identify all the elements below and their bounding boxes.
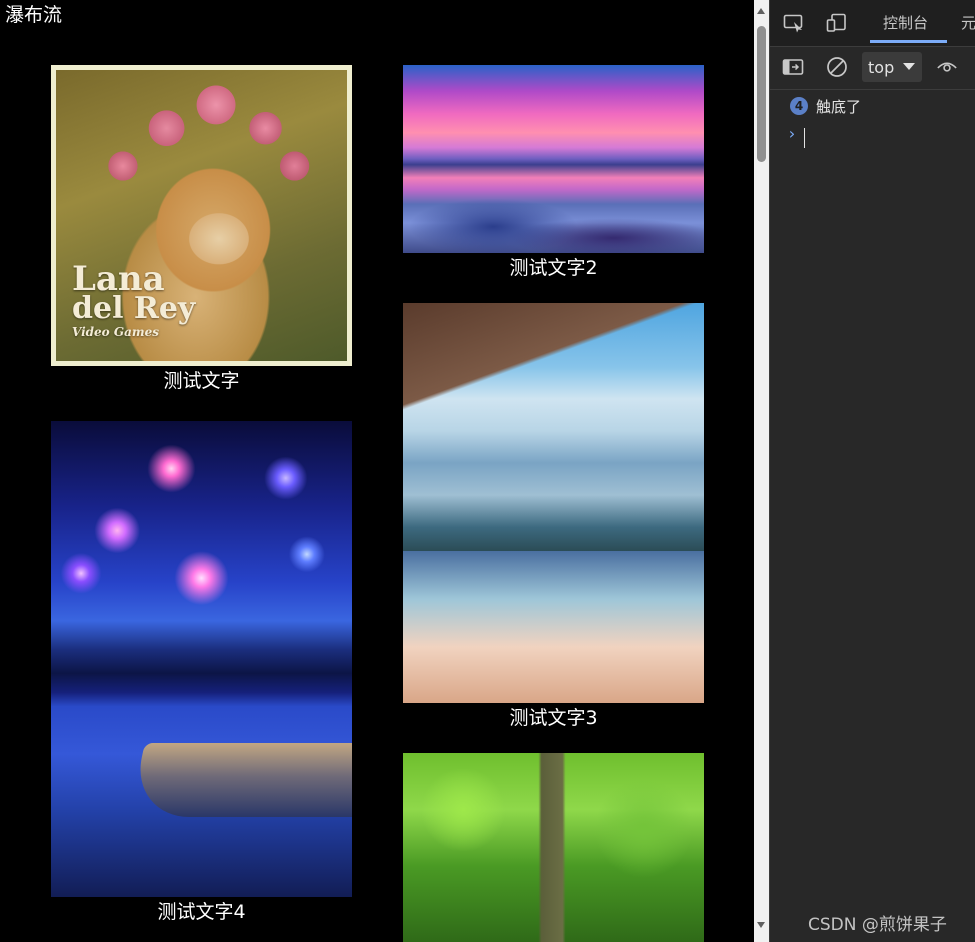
clear-console-icon[interactable] bbox=[826, 56, 848, 78]
waterfall-card[interactable]: 测试文字3 bbox=[403, 303, 704, 733]
active-tab-indicator bbox=[870, 40, 947, 43]
page-scrollbar[interactable] bbox=[754, 0, 769, 942]
context-select[interactable]: top bbox=[862, 52, 922, 82]
scroll-up-arrow-icon[interactable] bbox=[757, 8, 765, 14]
waterfall-card[interactable]: 测试文字4 bbox=[51, 421, 352, 926]
mountain-lake-image bbox=[403, 303, 704, 703]
card-caption: 测试文字3 bbox=[509, 707, 598, 729]
card-caption: 测试文字 bbox=[163, 370, 240, 392]
tab-console[interactable]: 控制台 bbox=[883, 13, 928, 33]
card-caption: 测试文字2 bbox=[509, 257, 598, 279]
inspect-element-icon[interactable] bbox=[783, 12, 805, 34]
console-toolbar: top bbox=[770, 47, 975, 90]
card-caption: 测试文字4 bbox=[157, 901, 246, 923]
live-expression-eye-icon[interactable] bbox=[936, 56, 958, 78]
devtools-tab-bar: 控制台 元 bbox=[770, 0, 975, 47]
album-cover-text: Lana del Rey Video Games bbox=[72, 259, 196, 339]
scroll-down-arrow-icon[interactable] bbox=[757, 922, 765, 928]
console-input-cursor[interactable] bbox=[804, 128, 805, 148]
sunset-lake-image bbox=[403, 65, 704, 253]
waterfall-card[interactable]: 测试文字2 bbox=[403, 65, 704, 285]
message-count-badge: 4 bbox=[790, 97, 808, 115]
console-prompt-chevron-icon: › bbox=[787, 124, 797, 143]
waterfall-card[interactable]: Lana del Rey Video Games 测试文字 bbox=[51, 65, 352, 395]
page-viewport: 瀑布流 Lana del Rey Video Games 测试文字 测试文字2 … bbox=[0, 0, 754, 942]
device-toolbar-icon[interactable] bbox=[826, 12, 848, 34]
devtools-panel: 控制台 元 top 4 触底了 › bbox=[769, 0, 975, 942]
tab-elements[interactable]: 元 bbox=[961, 13, 975, 33]
boat-shape bbox=[129, 743, 352, 817]
page-title: 瀑布流 bbox=[5, 4, 63, 26]
waterfall-card[interactable] bbox=[403, 753, 704, 942]
console-message-text: 触底了 bbox=[816, 97, 862, 116]
context-select-value: top bbox=[868, 57, 895, 77]
console-log-message[interactable]: 4 触底了 bbox=[770, 94, 975, 118]
green-forest-image bbox=[403, 753, 704, 942]
fireworks-boat-image bbox=[51, 421, 352, 897]
chevron-down-icon bbox=[903, 63, 915, 70]
sidebar-toggle-icon[interactable] bbox=[782, 56, 804, 78]
doge-flower-crown-image: Lana del Rey Video Games bbox=[51, 65, 352, 366]
watermark: CSDN @煎饼果子 bbox=[808, 915, 947, 935]
scrollbar-thumb[interactable] bbox=[757, 26, 766, 162]
